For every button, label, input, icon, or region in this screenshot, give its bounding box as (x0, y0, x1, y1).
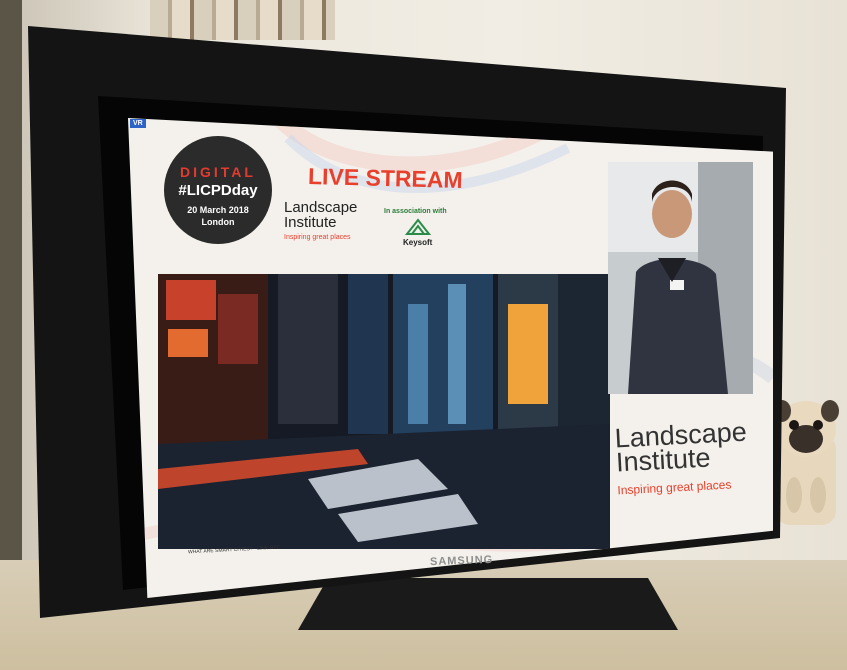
landscape-institute-logo-large: Landscape Institute Inspiring great plac… (614, 417, 750, 503)
event-city: London (201, 217, 235, 227)
li-small-line1: Landscape (284, 199, 358, 216)
event-disc: DIGITAL #LICPDday 20 March 2018 London (164, 136, 272, 244)
live-stream-title: LIVE STREAM (307, 162, 463, 194)
li-big-line2: Institute (615, 442, 712, 478)
digital-label: DIGITAL (180, 164, 256, 180)
samsung-brand: SAMSUNG (429, 553, 494, 569)
association-label: In association with (384, 208, 447, 215)
event-date: 20 March 2018 (187, 205, 249, 215)
speaker-video (608, 162, 753, 394)
keysoft-logo: Keysoft (403, 218, 432, 247)
li-small-tagline: Inspiring great places (284, 234, 351, 241)
event-hashtag: #LICPDday (178, 182, 258, 199)
keysoft-icon (404, 218, 431, 235)
times-square-photo (158, 274, 610, 549)
vr-badge: VR (130, 119, 146, 128)
li-small-line2: Institute (284, 214, 337, 231)
keysoft-name: Keysoft (403, 238, 433, 247)
tv-monitor: DIGITAL #LICPDday 20 March 2018 London L… (28, 18, 786, 638)
landscape-institute-logo-small: Landscape Institute Inspiring great plac… (284, 200, 357, 245)
tv-screen: DIGITAL #LICPDday 20 March 2018 London L… (128, 118, 773, 598)
